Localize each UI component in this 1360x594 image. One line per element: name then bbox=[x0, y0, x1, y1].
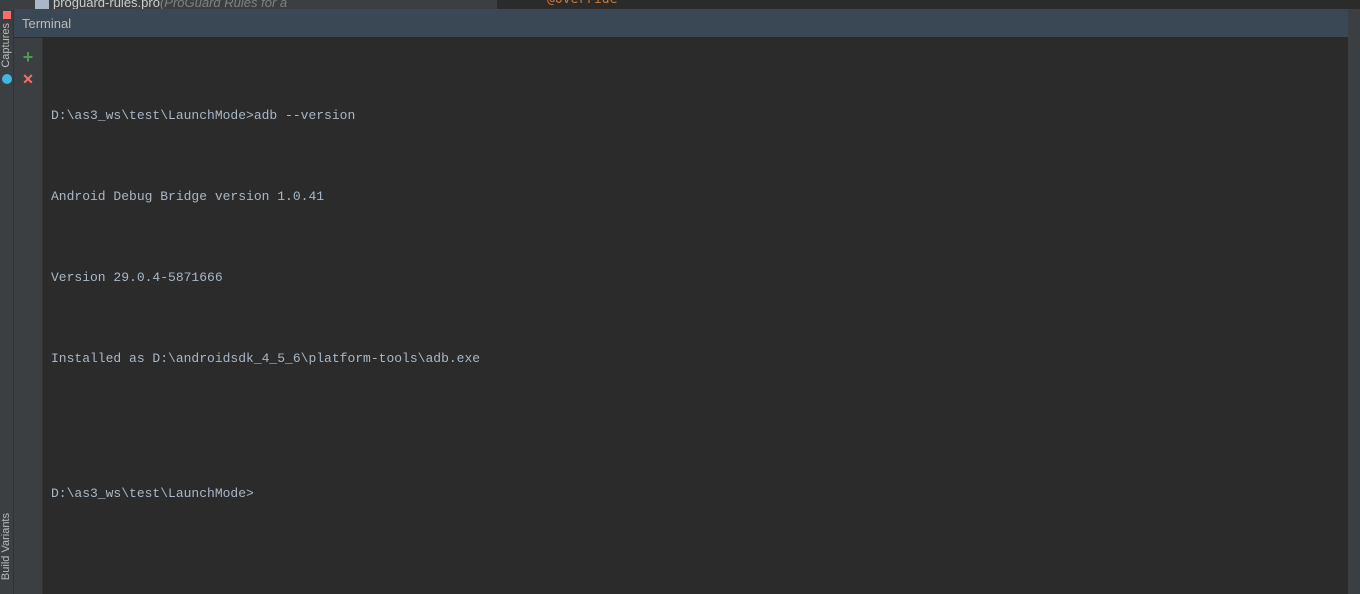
terminal-line: D:\as3_ws\test\LaunchMode> bbox=[51, 480, 1352, 507]
captures-icon bbox=[3, 11, 11, 19]
terminal-output[interactable]: D:\as3_ws\test\LaunchMode>adb --version … bbox=[43, 38, 1360, 594]
scrollbar-vertical[interactable] bbox=[1348, 9, 1360, 594]
terminal-gutter: + ✕ bbox=[14, 38, 43, 594]
build-variants-label: Build Variants bbox=[0, 513, 12, 580]
tool-build-variants-tab[interactable]: Build Variants bbox=[0, 509, 12, 584]
terminal-line: D:\as3_ws\test\LaunchMode>adb --version bbox=[51, 102, 1352, 129]
project-tree-row[interactable]: proguard-rules.pro (ProGuard Rules for a bbox=[0, 0, 497, 9]
file-item[interactable]: proguard-rules.pro (ProGuard Rules for a bbox=[35, 0, 287, 9]
file-name: proguard-rules.pro bbox=[53, 0, 160, 9]
plus-icon[interactable]: + bbox=[23, 48, 34, 66]
file-icon bbox=[35, 0, 49, 9]
terminal-line: Installed as D:\androidsdk_4_5_6\platfor… bbox=[51, 345, 1352, 372]
file-description: (ProGuard Rules for a bbox=[160, 0, 287, 9]
close-icon[interactable]: ✕ bbox=[22, 72, 34, 86]
annotation-override: @Override bbox=[547, 0, 617, 7]
terminal-line: Android Debug Bridge version 1.0.41 bbox=[51, 183, 1352, 210]
terminal-line: Version 29.0.4-5871666 bbox=[51, 264, 1352, 291]
sidebar-dot-icon bbox=[2, 74, 12, 84]
terminal-panel-title: Terminal bbox=[22, 16, 71, 31]
editor-content-strip: @Override bbox=[497, 0, 1360, 9]
tool-captures-tab[interactable]: Captures bbox=[0, 19, 13, 72]
terminal-panel-header[interactable]: Terminal bbox=[14, 9, 1360, 38]
tool-window-bar-left: Captures Build Variants bbox=[0, 9, 14, 594]
editor-strip: proguard-rules.pro (ProGuard Rules for a… bbox=[0, 0, 1360, 9]
